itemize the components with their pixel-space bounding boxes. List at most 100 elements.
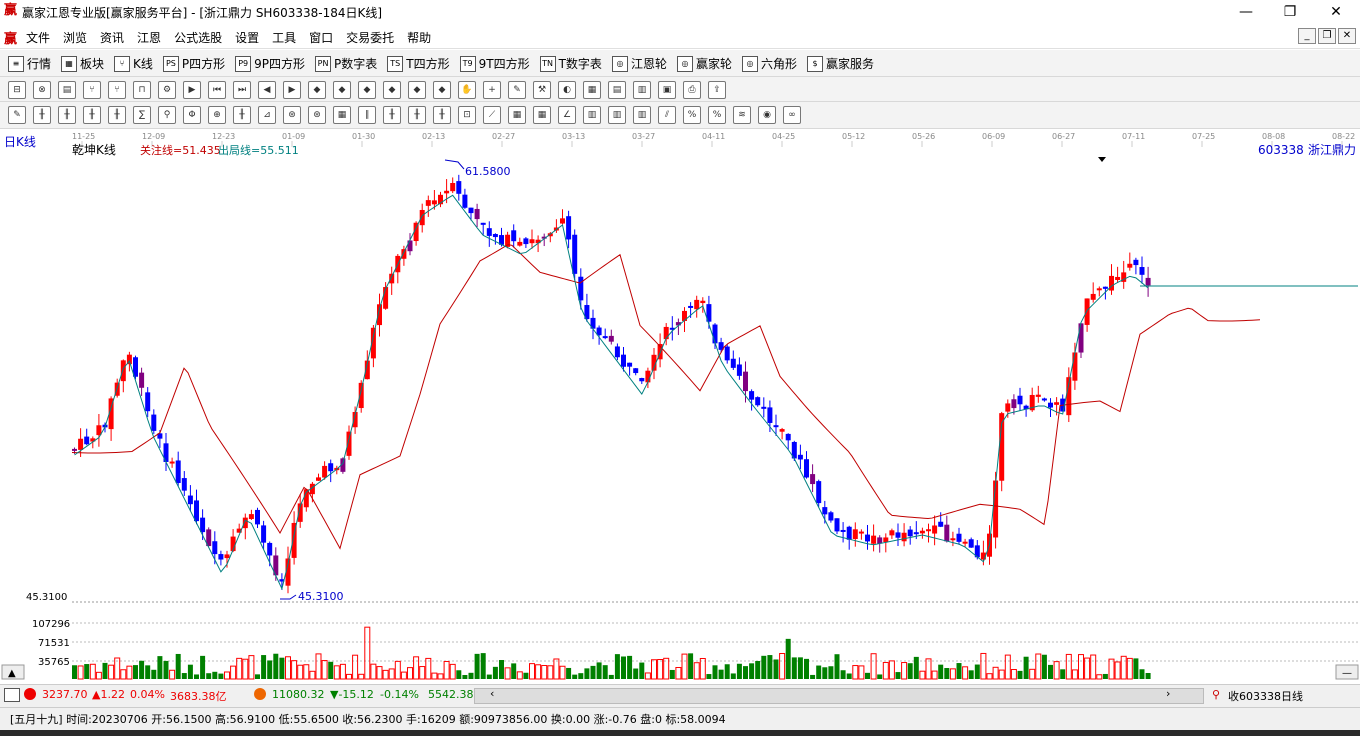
formula-icon[interactable]: ⊗ (33, 81, 51, 99)
grid-tool-icon[interactable]: ▦ (508, 106, 526, 124)
pin-icon[interactable]: ⚲ (1212, 688, 1220, 701)
chart-icon[interactable]: ⑂ (83, 81, 101, 99)
candle-icon[interactable]: ⊓ (133, 81, 151, 99)
last-icon[interactable]: ⏭ (233, 81, 251, 99)
menu-item-1[interactable]: 浏览 (63, 29, 87, 46)
mark2-icon[interactable]: ◐ (558, 81, 576, 99)
first-icon[interactable]: ⏮ (208, 81, 226, 99)
toolbar-button-0[interactable]: ≡ 行情 (8, 55, 51, 72)
table-icon[interactable]: ▥ (633, 81, 651, 99)
tool-icon[interactable]: ⚒ (533, 81, 551, 99)
toolbar-button-12[interactable]: $ 赢家服务 (806, 55, 874, 72)
toolbar-button-4[interactable]: P9 9P四方形 (235, 55, 305, 72)
hand-icon[interactable]: ✋ (458, 81, 476, 99)
period-select-icon[interactable]: ⊟ (8, 81, 26, 99)
box-tool-icon[interactable]: ▥ (583, 106, 601, 124)
crosshair-icon[interactable]: + (483, 81, 501, 99)
line-tool-14-icon[interactable]: ∥ (358, 106, 376, 124)
doc-icon[interactable]: ▤ (58, 81, 76, 99)
settings-icon[interactable]: ⚙ (158, 81, 176, 99)
minimize-button[interactable]: — (1226, 2, 1266, 22)
percent-tool-icon[interactable]: % (683, 106, 701, 124)
kline-chart[interactable]: 11-25 12-09 12-23 01-09 01-30 02-13 02-27 03-13… (0, 129, 1360, 683)
diamond-5-icon[interactable]: ◆ (408, 81, 426, 99)
maximize-button[interactable]: ❐ (1270, 2, 1310, 22)
diamond-1-icon[interactable]: ◆ (308, 81, 326, 99)
menu-item-9[interactable]: 帮助 (407, 29, 431, 46)
pencil-icon[interactable]: ✎ (8, 106, 26, 124)
toolbar-button-3[interactable]: PS P四方形 (162, 55, 225, 72)
line-tool-2-icon[interactable]: ╫ (58, 106, 76, 124)
fib-tool-icon[interactable]: ≋ (733, 106, 751, 124)
line-tool-6-icon[interactable]: ⚲ (158, 106, 176, 124)
line-tool-15-icon[interactable]: ╫ (383, 106, 401, 124)
next-icon[interactable]: ▶ (283, 81, 301, 99)
scroll-left-icon[interactable]: ‹ (490, 687, 494, 700)
line-tool-11-icon[interactable]: ⊛ (283, 106, 301, 124)
menu-item-8[interactable]: 交易委托 (346, 29, 394, 46)
menu-item-5[interactable]: 设置 (235, 29, 259, 46)
toolbar-button-1[interactable]: ▦ 板块 (61, 55, 104, 72)
save-icon[interactable]: ▣ (658, 81, 676, 99)
line-tool-9-icon[interactable]: ╫ (233, 106, 251, 124)
toolbar-button-6[interactable]: TS T四方形 (387, 55, 450, 72)
toolbar-button-8[interactable]: TN T数字表 (539, 55, 602, 72)
line-tool-8-icon[interactable]: ⊕ (208, 106, 226, 124)
menu-item-6[interactable]: 工具 (272, 29, 296, 46)
toolbar-button-5[interactable]: PN P数字表 (315, 55, 377, 72)
horizontal-scrollbar[interactable] (474, 688, 1204, 704)
scroll-right-arrow-icon[interactable]: › (1166, 687, 1170, 700)
line-tool-12-icon[interactable]: ⊛ (308, 106, 326, 124)
percent-tool-2-icon[interactable]: % (708, 106, 726, 124)
box-tool-2-icon[interactable]: ▥ (608, 106, 626, 124)
toolbar-button-10[interactable]: ◎ 赢家轮 (676, 55, 732, 72)
fan-tool-icon[interactable]: ⟋ (483, 106, 501, 124)
print-icon[interactable]: ⎙ (683, 81, 701, 99)
globe-icon[interactable]: ◉ (758, 106, 776, 124)
grid-icon[interactable] (4, 688, 20, 702)
line-tool-7-icon[interactable]: Φ (183, 106, 201, 124)
menu-item-3[interactable]: 江恩 (137, 29, 161, 46)
calendar-icon[interactable]: ▦ (583, 81, 601, 99)
calc-icon[interactable]: ▤ (608, 81, 626, 99)
toolbar-button-2-icon: ⑂ (114, 55, 131, 72)
infinity-icon[interactable]: ∞ (783, 106, 801, 124)
dropdown-arrow-icon[interactable] (1098, 157, 1106, 162)
diamond-6-icon[interactable]: ◆ (433, 81, 451, 99)
slash-tool-icon[interactable]: ⫽ (658, 106, 676, 124)
mdi-restore-button[interactable]: ❐ (1318, 28, 1336, 44)
menu-item-7[interactable]: 窗口 (309, 29, 333, 46)
toolbar-button-2[interactable]: ⑂ K线 (114, 55, 153, 72)
menu-item-4[interactable]: 公式选股 (174, 29, 222, 46)
prev-icon[interactable]: ◀ (258, 81, 276, 99)
toolbar-button-7[interactable]: T9 9T四方形 (459, 55, 530, 72)
diamond-4-icon[interactable]: ◆ (383, 81, 401, 99)
toolbar-button-11[interactable]: ◎ 六角形 (741, 55, 797, 72)
close-button[interactable]: ✕ (1316, 2, 1356, 22)
export-icon[interactable]: ⇪ (708, 81, 726, 99)
line-tool-3-icon[interactable]: ╫ (83, 106, 101, 124)
kline-chart-area[interactable]: 11-25 12-09 12-23 01-09 01-30 02-13 02-27 03-13… (0, 129, 1360, 683)
menu-item-2[interactable]: 资讯 (100, 29, 124, 46)
box-tool-3-icon[interactable]: ▥ (633, 106, 651, 124)
line-tool-4-icon[interactable]: ╫ (108, 106, 126, 124)
draw-icon[interactable]: ✎ (508, 81, 526, 99)
bars-icon[interactable]: ⑂ (108, 81, 126, 99)
line-tool-5-icon[interactable]: ∑ (133, 106, 151, 124)
line-tool-13-icon[interactable]: ▦ (333, 106, 351, 124)
menu-item-0[interactable]: 文件 (26, 29, 50, 46)
rect-tool-icon[interactable]: ⊡ (458, 106, 476, 124)
toolbar-button-9[interactable]: ◎ 江恩轮 (611, 55, 667, 72)
line-tool-16-icon[interactable]: ╫ (408, 106, 426, 124)
mdi-close-button[interactable]: ✕ (1338, 28, 1356, 44)
toolbar-button-2-label: K线 (133, 57, 153, 71)
line-tool-1-icon[interactable]: ╫ (33, 106, 51, 124)
mdi-minimize-button[interactable]: _ (1298, 28, 1316, 44)
angle-tool-icon[interactable]: ∠ (558, 106, 576, 124)
diamond-3-icon[interactable]: ◆ (358, 81, 376, 99)
grid-tool-2-icon[interactable]: ▦ (533, 106, 551, 124)
line-tool-17-icon[interactable]: ╫ (433, 106, 451, 124)
mark-icon[interactable]: ▶ (183, 81, 201, 99)
line-tool-10-icon[interactable]: ⊿ (258, 106, 276, 124)
diamond-2-icon[interactable]: ◆ (333, 81, 351, 99)
